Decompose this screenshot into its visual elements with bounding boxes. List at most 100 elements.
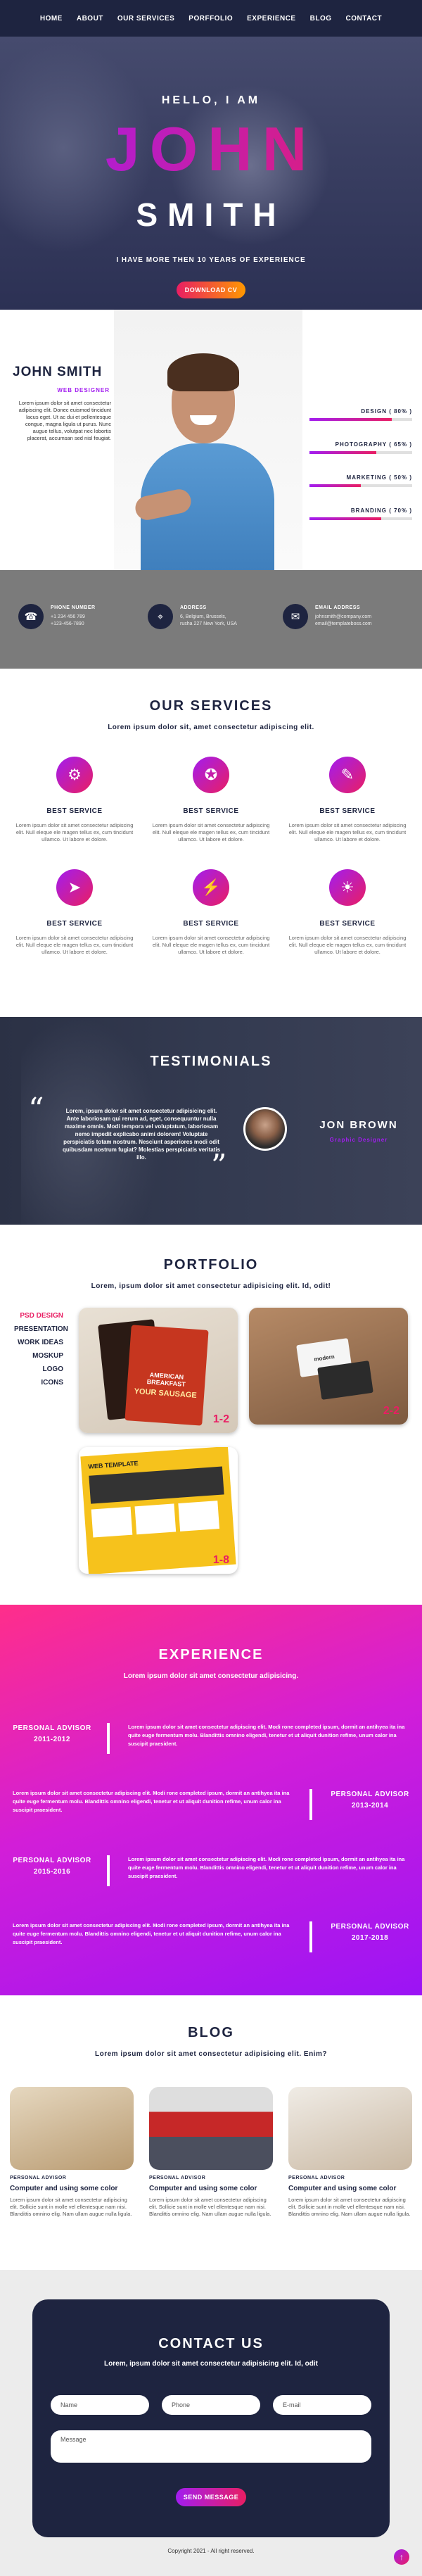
filter-logo[interactable]: LOGO: [14, 1363, 63, 1376]
card-label: 1-8: [212, 1554, 229, 1566]
skill-bar: [309, 517, 412, 520]
service-card: ⚡ BEST SERVICE Lorem ipsum dolor sit ame…: [148, 869, 274, 956]
nav-portfolio[interactable]: PORFFOLIO: [188, 15, 233, 23]
blog-excerpt: Lorem ipsum dolor sit amet consectetur a…: [288, 2197, 411, 2217]
service-card: ✪ BEST SERVICE Lorem ipsum dolor sit ame…: [148, 757, 274, 843]
skill-item: BRANDING ( 70% ): [309, 507, 412, 520]
quote-close-icon: ”: [211, 1148, 227, 1184]
filter-presentation[interactable]: PRESENTATION: [14, 1322, 68, 1336]
profile-photo: [114, 310, 302, 570]
skill-label: PHOTOGRAPHY ( 65% ): [335, 441, 412, 448]
portfolio-card[interactable]: AMERICAN BREAKFAST YOUR SAUSAGE 1-2: [79, 1308, 238, 1433]
experience-title: EXPERIENCE: [158, 1647, 264, 1662]
blog-title: BLOG: [188, 2025, 234, 2040]
experience-role: PERSONAL ADVISOR: [331, 1791, 409, 1798]
menu-mockup-front: AMERICAN BREAKFAST YOUR SAUSAGE: [124, 1325, 209, 1426]
blog-tag: PERSONAL ADVISOR: [149, 2176, 206, 2180]
contact-info-strip: ☎ PHONE NUMBER +1 234 456 789 +123-456-789…: [0, 570, 422, 669]
template-block: [91, 1506, 133, 1538]
quote-open-icon: “: [28, 1092, 44, 1128]
skill-item: PHOTOGRAPHY ( 65% ): [309, 441, 412, 454]
contact-label: EMAIL ADDRESS: [315, 605, 361, 610]
portfolio-filter-menu: PSD DESIGN PRESENTATION WORK IDEAS MOSKU…: [14, 1309, 68, 1389]
service-card: ☀ BEST SERVICE Lorem ipsum dolor sit ame…: [284, 869, 411, 956]
portfolio-card[interactable]: modern 2-2: [249, 1308, 408, 1425]
nav-contact[interactable]: CONTACT: [346, 15, 383, 23]
service-card: ⚙ BEST SERVICE Lorem ipsum dolor sit ame…: [11, 757, 138, 843]
send-message-button[interactable]: SEND MESSAGE: [176, 2488, 246, 2506]
scroll-to-top-button[interactable]: ↑: [394, 2549, 409, 2565]
blog-card[interactable]: PERSONAL ADVISOR Computer and using some…: [10, 2087, 134, 2218]
contact-line: 6, Belgium, Brussels,: [180, 614, 226, 619]
blog-image: [10, 2087, 134, 2170]
plug-icon: ⚡: [193, 869, 229, 906]
card-subcaption: YOUR SAUSAGE: [134, 1387, 198, 1401]
skill-bar-fill: [309, 484, 361, 487]
skill-bar: [309, 484, 412, 487]
location-icon: ⌖: [148, 604, 173, 629]
hero-greeting: HELLO, I AM: [161, 94, 261, 106]
send-icon: ➤: [56, 869, 93, 906]
contact-line: +123-456-7890: [51, 621, 84, 626]
nav-services[interactable]: OUR SERVICES: [117, 15, 174, 23]
blog-post-title: Computer and using some color: [149, 2185, 257, 2192]
services-title: OUR SERVICES: [149, 698, 273, 714]
experience-section: EXPERIENCE Lorem ipsum dolor sit amet co…: [0, 1605, 422, 1995]
contact-address: ⌖ ADDRESS 6, Belgium, Brussels, rusha 227 …: [148, 604, 237, 629]
experience-years: 2015-2016: [33, 1868, 71, 1876]
hero-last-name: SMITH: [136, 196, 286, 233]
nav-about[interactable]: ABOUT: [77, 15, 103, 23]
blog-card[interactable]: PERSONAL ADVISOR Computer and using some…: [149, 2087, 273, 2218]
contact-line: +1 234 456 789: [51, 614, 85, 619]
experience-role: PERSONAL ADVISOR: [13, 1724, 91, 1732]
experience-text: Lorem ipsum dolor sit amet consectetur a…: [128, 1724, 405, 1747]
business-card-back: [317, 1360, 373, 1400]
contact-label: PHONE NUMBER: [51, 605, 96, 610]
experience-text: Lorem ipsum dolor sit amet consectetur a…: [13, 1790, 290, 1813]
service-title: BEST SERVICE: [319, 920, 376, 928]
filter-icons[interactable]: ICONS: [14, 1376, 63, 1389]
contact-title: CONTACT US: [158, 2336, 264, 2351]
portfolio-subtitle: Lorem, ipsum dolor sit amet consectetur …: [91, 1282, 331, 1290]
service-title: BEST SERVICE: [183, 807, 239, 815]
contact-subtitle: Lorem, ipsum dolor sit amet consectetur …: [104, 2360, 318, 2368]
blog-card[interactable]: PERSONAL ADVISOR Computer and using some…: [288, 2087, 412, 2218]
hero-subtitle: I HAVE MORE THEN 10 YEARS OF EXPERIENCE: [116, 256, 306, 264]
nav-home[interactable]: HOME: [40, 15, 63, 23]
nav-experience[interactable]: EXPERIENCE: [247, 15, 295, 23]
portfolio-card[interactable]: WEB TEMPLATE 1-8: [79, 1447, 238, 1574]
about-role: WEB DESIGNER: [57, 387, 110, 393]
gears-icon: ⚙: [56, 757, 93, 793]
nav-blog[interactable]: BLOG: [310, 15, 332, 23]
service-card: ➤ BEST SERVICE Lorem ipsum dolor sit ame…: [11, 869, 138, 956]
experience-text: Lorem ipsum dolor sit amet consectetur a…: [128, 1856, 405, 1879]
experience-years: 2017-2018: [351, 1934, 389, 1942]
blog-image: [288, 2087, 412, 2170]
testimonials-section: TESTIMONIALS “ Lorem, ipsum dolor sit am…: [0, 1017, 422, 1225]
template-blocks: [91, 1500, 226, 1538]
skill-bar-fill: [309, 517, 382, 520]
email-input[interactable]: E-mail: [273, 2395, 371, 2415]
phone-input[interactable]: Phone: [162, 2395, 260, 2415]
contact-line: email@templateboss.com: [315, 621, 372, 626]
experience-divider: [309, 1921, 312, 1952]
contact-section: CONTACT US Lorem, ipsum dolor sit amet c…: [0, 2270, 422, 2576]
blog-section: BLOG Lorem ipsum dolor sit amet consecte…: [0, 1995, 422, 2270]
blog-excerpt: Lorem ipsum dolor sit amet consectetur a…: [10, 2197, 132, 2217]
message-textarea[interactable]: Message: [51, 2430, 371, 2463]
download-cv-button[interactable]: DOWNLOAD CV: [177, 282, 245, 298]
experience-role: PERSONAL ADVISOR: [331, 1923, 409, 1931]
services-section: OUR SERVICES Lorem ipsum dolor sit, amet…: [0, 669, 422, 1017]
service-text: Lorem ipsum dolor sit amet consectetur a…: [152, 935, 270, 955]
skill-bar-fill: [309, 418, 392, 421]
hero-first-name: JOHN: [0, 118, 422, 180]
filter-work-ideas[interactable]: WORK IDEAS: [14, 1336, 63, 1349]
name-input[interactable]: Name: [51, 2395, 149, 2415]
experience-years: 2013-2014: [351, 1802, 389, 1810]
filter-psd-design[interactable]: PSD DESIGN: [14, 1309, 63, 1322]
skill-bar: [309, 451, 412, 454]
blog-subtitle: Lorem ipsum dolor sit amet consectetur a…: [95, 2050, 327, 2058]
experience-subtitle: Lorem ipsum dolor sit amet consectetur a…: [123, 1672, 299, 1680]
filter-mockup[interactable]: MOSKUP: [14, 1349, 63, 1363]
service-text: Lorem ipsum dolor sit amet consectetur a…: [288, 822, 407, 842]
